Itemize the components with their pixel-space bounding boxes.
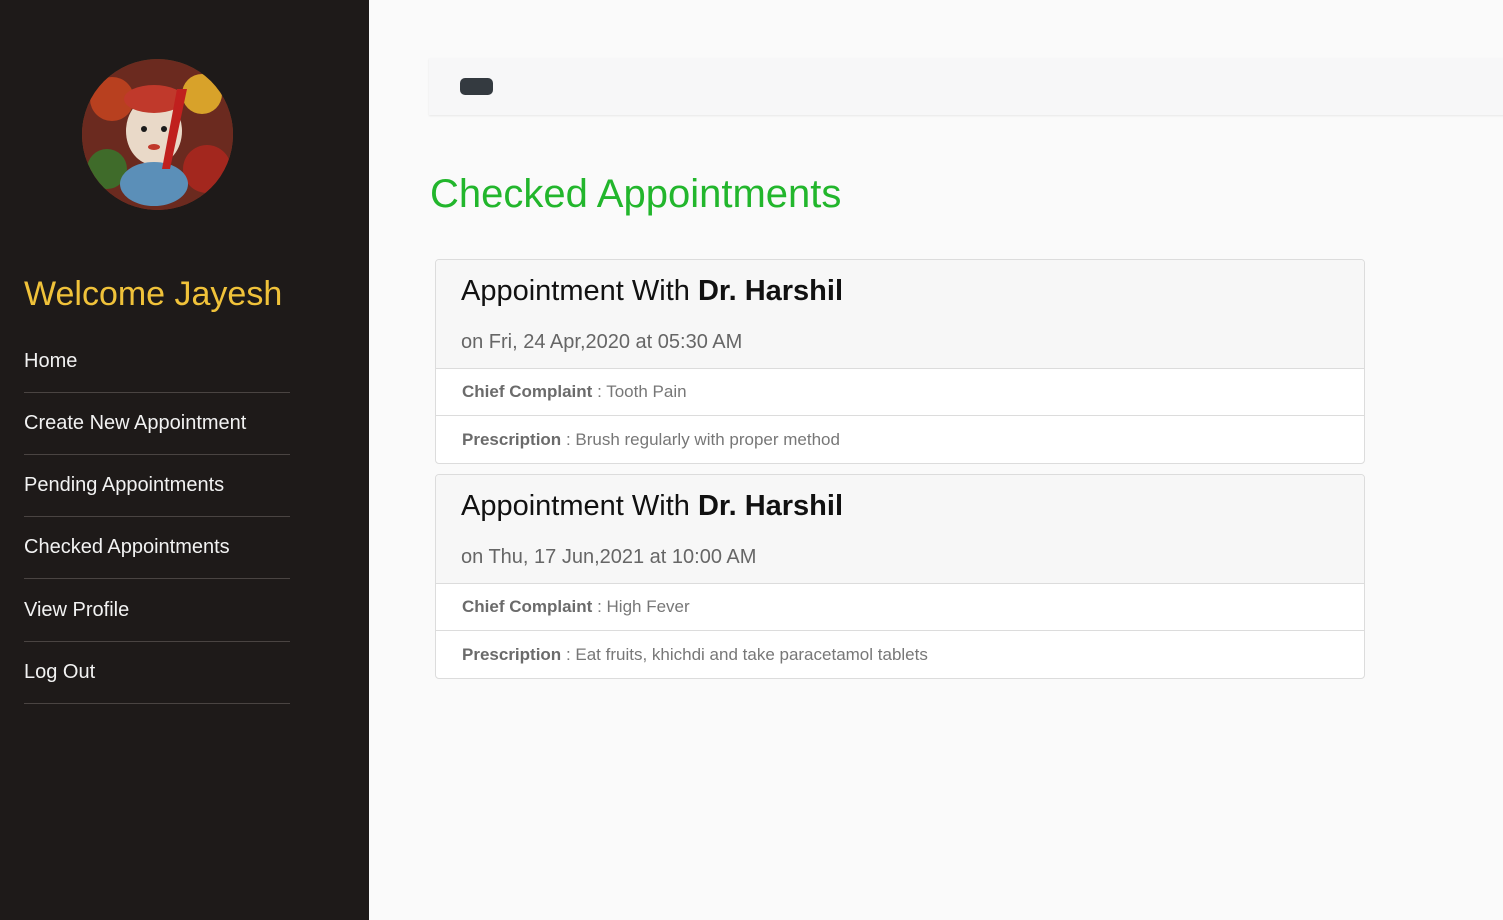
card-header: Appointment With Dr. Harshil on Fri, 24 … — [436, 260, 1364, 369]
prescription-value: : Brush regularly with proper method — [565, 429, 840, 449]
sidebar-item-create-appointment[interactable]: Create New Appointment — [24, 393, 290, 455]
main-content: Checked Appointments Appointment With Dr… — [369, 0, 1503, 920]
chief-complaint-row: Chief Complaint : High Fever — [436, 584, 1364, 631]
prescription-label: Prescription — [462, 644, 562, 664]
chief-complaint-label: Chief Complaint — [462, 382, 593, 401]
sidebar-toggle-icon[interactable] — [460, 78, 493, 95]
welcome-heading: Welcome Jayesh — [24, 275, 283, 313]
card-title: Appointment With Dr. Harshil — [461, 275, 843, 308]
chief-complaint-row: Chief Complaint : Tooth Pain — [436, 369, 1364, 416]
appointment-date: on Thu, 17 Jun,2021 at 10:00 AM — [461, 546, 757, 568]
doctor-name: Dr. Harshil — [697, 490, 844, 522]
chief-complaint-label: Chief Complaint — [462, 597, 593, 616]
card-header: Appointment With Dr. Harshil on Thu, 17 … — [436, 475, 1364, 584]
sidebar-item-checked-appointments[interactable]: Checked Appointments — [24, 517, 290, 579]
sidebar-nav: Home Create New Appointment Pending Appo… — [24, 331, 290, 704]
sidebar-item-pending-appointments[interactable]: Pending Appointments — [24, 455, 290, 517]
appointment-card: Appointment With Dr. Harshil on Fri, 24 … — [435, 259, 1365, 464]
card-title-prefix: Appointment With — [461, 275, 690, 307]
sidebar: Welcome Jayesh Home Create New Appointme… — [0, 0, 369, 920]
sidebar-item-view-profile[interactable]: View Profile — [24, 579, 290, 642]
prescription-row: Prescription : Eat fruits, khichdi and t… — [436, 631, 1364, 678]
appointment-date: on Fri, 24 Apr,2020 at 05:30 AM — [461, 331, 743, 353]
prescription-row: Prescription : Brush regularly with prop… — [436, 416, 1364, 463]
sidebar-item-home[interactable]: Home — [24, 331, 290, 393]
chief-complaint-value: : Tooth Pain — [597, 382, 687, 401]
sidebar-item-log-out[interactable]: Log Out — [24, 642, 290, 704]
prescription-value: : Eat fruits, khichdi and take paracetam… — [565, 644, 928, 664]
profile-avatar — [82, 59, 233, 210]
page-title: Checked Appointments — [430, 172, 842, 216]
top-navbar — [429, 58, 1503, 115]
avatar-image — [82, 59, 233, 210]
appointment-card: Appointment With Dr. Harshil on Thu, 17 … — [435, 474, 1365, 679]
card-title-prefix: Appointment With — [461, 490, 690, 522]
doctor-name: Dr. Harshil — [697, 275, 844, 307]
prescription-label: Prescription — [462, 429, 562, 449]
card-title: Appointment With Dr. Harshil — [461, 490, 843, 523]
chief-complaint-value: : High Fever — [597, 597, 690, 616]
